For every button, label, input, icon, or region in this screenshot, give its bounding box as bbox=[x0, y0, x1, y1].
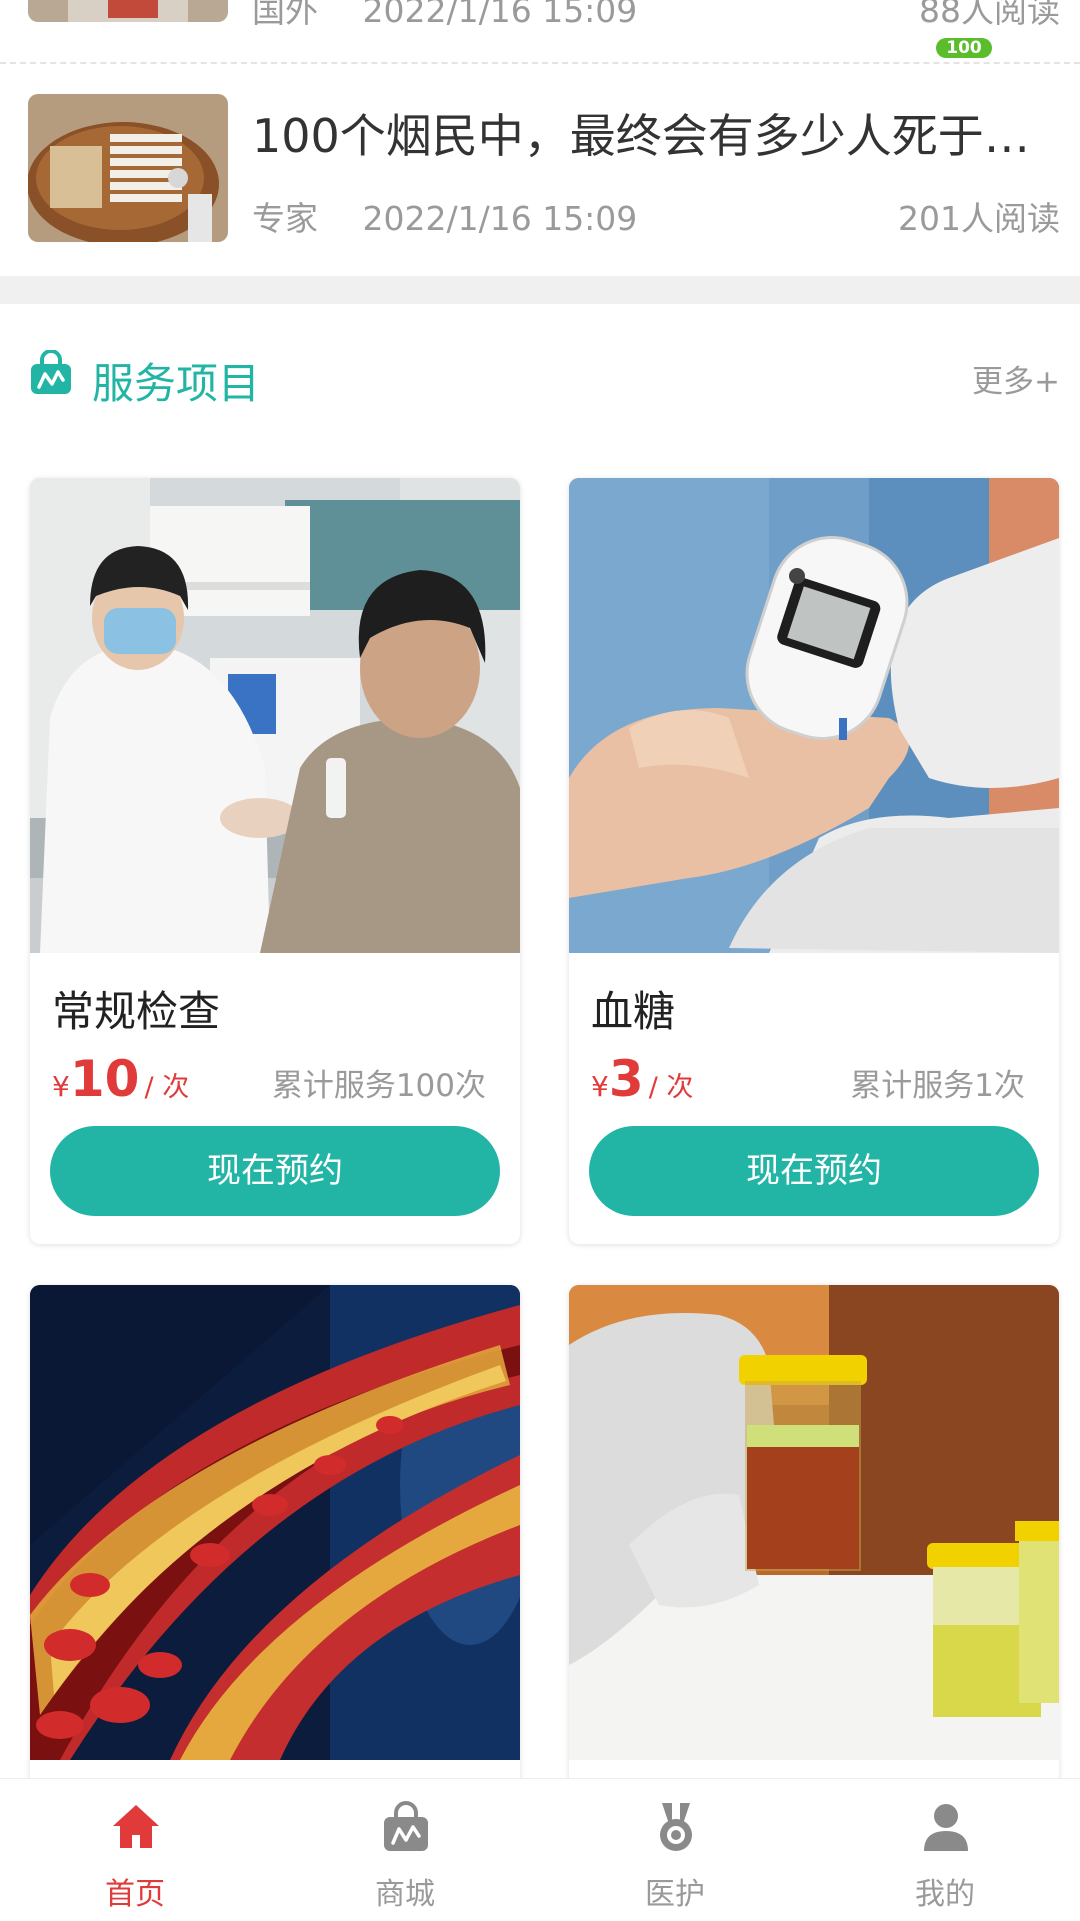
service-card[interactable] bbox=[30, 1285, 520, 1805]
more-link[interactable]: 更多+ bbox=[972, 356, 1060, 401]
article-read-count: 201人阅读 bbox=[898, 199, 1060, 238]
section-separator bbox=[0, 276, 1080, 304]
shopping-bag-icon bbox=[380, 1801, 432, 1853]
article-meta: 专家 2022/1/16 15:09 bbox=[252, 192, 637, 240]
service-name: 常规检查 bbox=[52, 987, 221, 1036]
article-title: 100个烟民中，最终会有多少人死于肺癌？ bbox=[252, 109, 1057, 163]
book-now-button[interactable]: 现在预约 bbox=[589, 1126, 1039, 1216]
tab-label: 商城 bbox=[375, 1877, 435, 1912]
service-photo bbox=[569, 478, 1059, 953]
tab-profile[interactable]: 我的 bbox=[810, 1779, 1080, 1921]
tab-label: 我的 bbox=[915, 1877, 975, 1912]
service-price: ¥3 / 次 bbox=[591, 1050, 693, 1108]
price-value: 3 bbox=[608, 1050, 644, 1108]
user-icon bbox=[920, 1801, 972, 1853]
section-title: 服务项目 bbox=[92, 359, 261, 408]
shopping-bag-icon bbox=[28, 349, 74, 396]
article-author: 专家 bbox=[252, 199, 318, 238]
home-icon bbox=[110, 1801, 162, 1853]
tab-home[interactable]: 首页 bbox=[0, 1779, 270, 1921]
service-count: 累计服务1次 bbox=[850, 1068, 1025, 1104]
price-value: 10 bbox=[69, 1050, 140, 1108]
article-author: 国外 bbox=[252, 0, 318, 30]
service-count: 累计服务100次 bbox=[271, 1068, 486, 1104]
service-price: ¥10 / 次 bbox=[52, 1050, 189, 1108]
service-card[interactable]: 血糖 ¥3 / 次 累计服务1次 现在预约 bbox=[569, 478, 1059, 1244]
service-card[interactable]: 常规检查 ¥10 / 次 累计服务100次 现在预约 bbox=[30, 478, 520, 1244]
article-thumbnail bbox=[28, 94, 228, 242]
tab-mall[interactable]: 商城 bbox=[270, 1779, 540, 1921]
medal-icon bbox=[650, 1801, 702, 1853]
service-name: 血糖 bbox=[591, 987, 676, 1036]
price-unit: / 次 bbox=[144, 1072, 190, 1103]
price-unit: / 次 bbox=[648, 1072, 694, 1103]
article-date: 2022/1/16 15:09 bbox=[362, 199, 638, 238]
tab-medical[interactable]: 医护 bbox=[540, 1779, 810, 1921]
article-thumbnail bbox=[28, 0, 228, 22]
book-now-button[interactable]: 现在预约 bbox=[50, 1126, 500, 1216]
service-photo bbox=[30, 1285, 520, 1760]
article-read-count: 88人阅读 bbox=[919, 0, 1060, 30]
article-item[interactable]: 100个烟民中，最终会有多少人死于肺癌？ 专家 2022/1/16 15:09 … bbox=[0, 88, 1080, 276]
article-date: 2022/1/16 15:09 bbox=[362, 0, 638, 30]
price-currency: ¥ bbox=[52, 1070, 70, 1103]
tab-label: 医护 bbox=[645, 1877, 705, 1912]
bottom-tab-bar: 首页 商城 医护 我的 bbox=[0, 1778, 1080, 1921]
tab-label: 首页 bbox=[105, 1877, 165, 1912]
article-meta: 国外 2022/1/16 15:09 bbox=[252, 0, 637, 32]
price-currency: ¥ bbox=[591, 1070, 609, 1103]
service-photo bbox=[30, 478, 520, 953]
article-divider bbox=[0, 62, 1080, 64]
service-card[interactable] bbox=[569, 1285, 1059, 1805]
service-photo bbox=[569, 1285, 1059, 1760]
count-badge: 100 bbox=[936, 38, 992, 58]
article-item[interactable]: 国外 2022/1/16 15:09 88人阅读 bbox=[0, 0, 1080, 50]
